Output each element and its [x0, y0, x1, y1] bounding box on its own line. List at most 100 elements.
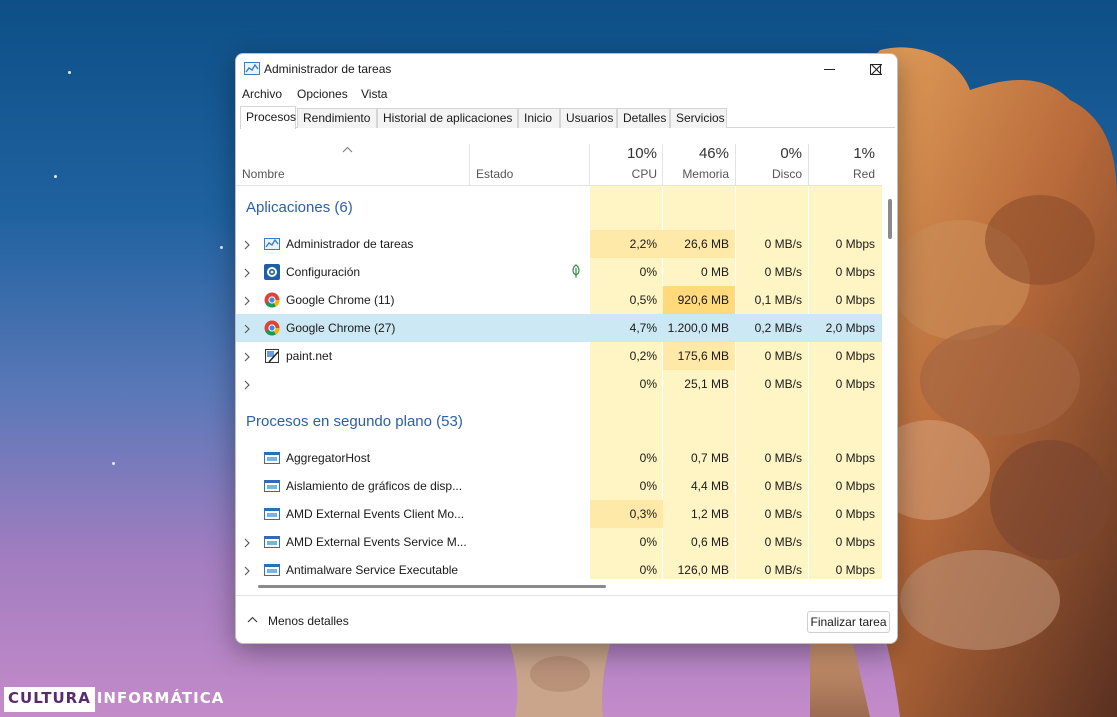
end-task-button[interactable]: Finalizar tarea [807, 611, 890, 633]
efficiency-leaf-icon [571, 264, 581, 281]
menu-archivo[interactable]: Archivo [242, 87, 282, 101]
chevron-right-icon[interactable] [244, 267, 250, 281]
chevron-up-icon[interactable] [247, 616, 258, 623]
chevron-right-icon[interactable] [244, 239, 250, 253]
less-details-link[interactable]: Menos detalles [268, 614, 349, 628]
chevron-right-icon[interactable] [244, 565, 250, 579]
process-name: Configuración [286, 265, 361, 279]
tab-procesos[interactable]: Procesos [240, 106, 296, 129]
watermark-part2: INFORMÁTICA [96, 689, 225, 707]
cpu-value: 4,7% [629, 321, 657, 335]
network-total-percent[interactable]: 1% [809, 145, 875, 162]
mem-value: 175,6 MB [677, 349, 729, 363]
net-value: 0 Mbps [835, 377, 875, 391]
star [54, 175, 57, 178]
title-bar[interactable]: Administrador de tareas [236, 54, 897, 84]
cpu-value: 0% [639, 377, 657, 391]
menu-bar: Archivo Opciones Vista [236, 85, 897, 105]
disk-value: 0,2 MB/s [754, 321, 802, 335]
process-row[interactable]: 0% 25,1 MB 0 MB/s 0 Mbps [236, 370, 882, 398]
process-row[interactable]: AMD External Events Service M... 0% 0,6 MB… [236, 528, 882, 556]
disk-value: 0 MB/s [764, 265, 802, 279]
group-header[interactable]: Aplicaciones (6) [236, 186, 882, 230]
minimize-icon [823, 68, 835, 70]
sort-ascending-icon [342, 146, 353, 153]
disk-value: 0 MB/s [764, 451, 802, 465]
cpu-value: 0,3% [629, 507, 657, 521]
column-header-status[interactable]: Estado [476, 167, 513, 181]
tab-detalles[interactable]: Detalles [617, 108, 670, 128]
process-row[interactable]: AMD External Events Client Mo... 0,3% 1,2 … [236, 500, 882, 528]
tab-usuarios[interactable]: Usuarios [560, 108, 617, 128]
disk-value: 0 MB/s [764, 535, 802, 549]
process-row[interactable]: paint.net 0,2% 175,6 MB 0 MB/s 0 Mbps [236, 342, 882, 370]
process-row[interactable]: Aislamiento de gráficos de disp... 0% 4,4 … [236, 472, 882, 500]
mem-value: 0,7 MB [690, 451, 729, 465]
process-row[interactable]: Configuración 0% 0 MB 0 MB/s 0 Mbps [236, 258, 882, 286]
net-value: 0 Mbps [835, 535, 875, 549]
horizontal-scrollbar[interactable] [258, 585, 606, 588]
process-name: AMD External Events Client Mo... [286, 507, 465, 521]
net-value: 0 Mbps [835, 451, 875, 465]
chevron-right-icon[interactable] [244, 295, 250, 309]
mem-value: 920,6 MB [677, 293, 729, 307]
menu-vista[interactable]: Vista [361, 87, 387, 101]
process-name: AMD External Events Service M... [286, 535, 467, 549]
paintnet-icon [264, 348, 280, 364]
memory-total-percent[interactable]: 46% [663, 145, 729, 162]
process-row[interactable]: AggregatorHost 0% 0,7 MB 0 MB/s 0 Mbps [236, 444, 882, 472]
service-window-icon [264, 506, 280, 522]
star [68, 71, 71, 74]
tab-rendimiento[interactable]: Rendimiento [297, 108, 377, 128]
group-header[interactable]: Procesos en segundo plano (53) [236, 400, 882, 444]
chevron-right-icon[interactable] [244, 323, 250, 337]
cpu-value: 0,5% [629, 293, 657, 307]
disk-total-percent[interactable]: 0% [736, 145, 802, 162]
cpu-total-percent[interactable]: 10% [590, 145, 657, 162]
window-title: Administrador de tareas [264, 62, 392, 76]
column-header-cpu[interactable]: CPU [590, 167, 657, 181]
column-header-network[interactable]: Red [809, 167, 875, 181]
chevron-right-icon[interactable] [244, 379, 250, 393]
chrome-icon [264, 320, 280, 336]
net-value: 0 Mbps [835, 293, 875, 307]
process-name: Aislamiento de gráficos de disp... [286, 479, 463, 493]
task-manager-window: Administrador de tareas Archivo Opciones… [235, 53, 898, 644]
tab-historial[interactable]: Historial de aplicaciones [377, 108, 518, 128]
column-header-memory[interactable]: Memoria [663, 167, 729, 181]
cpu-value: 0% [639, 479, 657, 493]
menu-opciones[interactable]: Opciones [297, 87, 348, 101]
disk-value: 0 MB/s [764, 563, 802, 577]
cpu-value: 0,2% [629, 349, 657, 363]
close-button[interactable] [853, 54, 897, 84]
mem-value: 25,1 MB [684, 377, 729, 391]
chevron-right-icon[interactable] [244, 537, 250, 551]
minimize-button[interactable] [806, 54, 852, 84]
process-table: Nombre Estado 10% CPU 46% Memoria 0% Dis… [236, 144, 882, 579]
column-header-name[interactable]: Nombre [242, 167, 285, 181]
column-separator[interactable] [469, 144, 470, 186]
tab-servicios[interactable]: Servicios [670, 108, 727, 128]
group-label: Procesos en segundo plano (53) [246, 413, 463, 430]
process-row[interactable]: Antimalware Service Executable 0% 126,0 MB… [236, 556, 882, 579]
mem-value: 26,6 MB [684, 237, 729, 251]
vertical-scrollbar[interactable] [888, 199, 892, 239]
net-value: 0 Mbps [835, 563, 875, 577]
process-name: Antimalware Service Executable [286, 563, 459, 577]
process-name: Google Chrome (11) [286, 293, 395, 307]
cpu-value: 2,2% [629, 237, 657, 251]
tab-inicio[interactable]: Inicio [518, 108, 560, 128]
mem-value: 0,6 MB [690, 535, 729, 549]
disk-value: 0 MB/s [764, 349, 802, 363]
net-value: 0 Mbps [835, 237, 875, 251]
cpu-value: 0% [639, 563, 657, 577]
disk-value: 0 MB/s [764, 479, 802, 493]
chevron-right-icon[interactable] [244, 351, 250, 365]
process-row[interactable]: Google Chrome (27) 4,7% 1.200,0 MB 0,2 MB/s… [236, 314, 882, 342]
disk-value: 0,1 MB/s [754, 293, 802, 307]
process-name: AggregatorHost [286, 451, 371, 465]
column-header-disk[interactable]: Disco [736, 167, 802, 181]
process-row[interactable]: Google Chrome (11) 0,5% 920,6 MB 0,1 MB/s 0 … [236, 286, 882, 314]
process-name: paint.net [286, 349, 333, 363]
process-row[interactable]: Administrador de tareas 2,2% 26,6 MB 0 MB/s… [236, 230, 882, 258]
